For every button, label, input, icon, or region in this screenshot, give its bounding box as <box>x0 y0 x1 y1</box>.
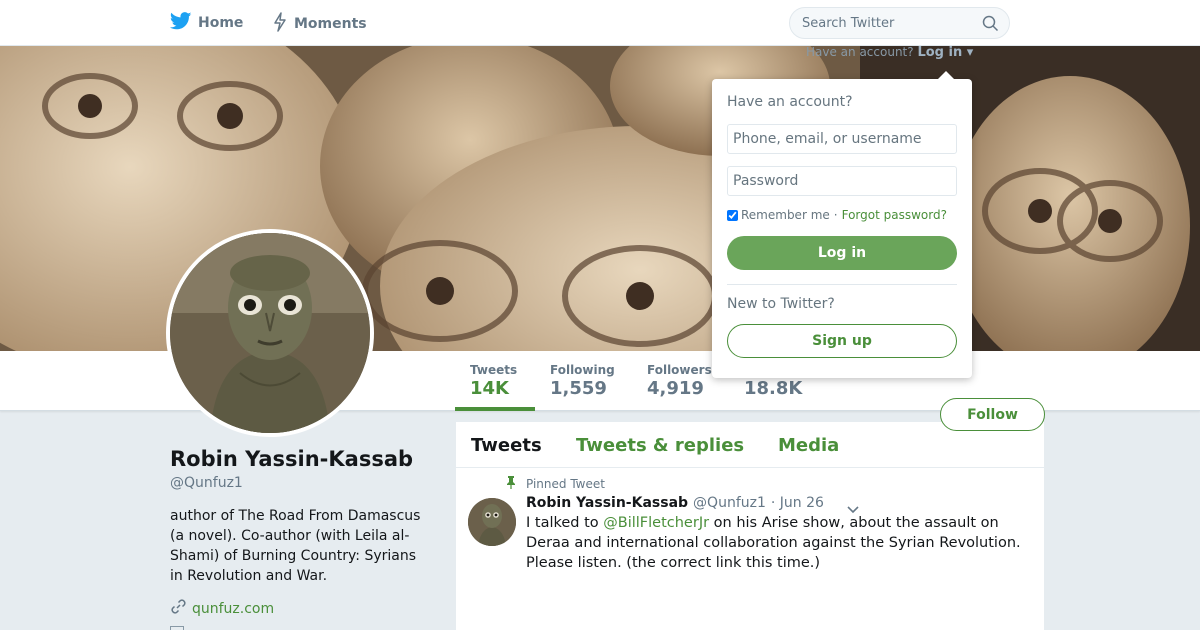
active-stat-underline <box>455 407 535 411</box>
twitter-bird-icon <box>169 12 192 34</box>
tab-media[interactable]: Media <box>778 435 839 456</box>
login-link-label: Log in <box>917 45 963 60</box>
login-heading: Have an account? <box>727 94 853 110</box>
profile-avatar[interactable] <box>166 229 374 437</box>
tweet-header: Robin Yassin-Kassab @Qunfuz1 · Jun 26 <box>526 495 824 511</box>
calendar-icon <box>170 626 184 630</box>
profile-name[interactable]: Robin Yassin-Kassab <box>170 447 413 471</box>
timeline: Tweets Tweets & replies Media Pinned Twe… <box>456 422 1044 630</box>
stat-value: 14K <box>470 378 509 399</box>
nav-moments-label: Moments <box>294 16 367 32</box>
password-input[interactable] <box>727 166 957 196</box>
username-input[interactable] <box>727 124 957 154</box>
login-link[interactable]: Log in ▾ <box>917 45 973 60</box>
remember-row: Remember me · Forgot password? <box>727 208 947 222</box>
login-prompt-question: Have an account? <box>806 45 914 59</box>
stat-value: 1,559 <box>550 378 607 399</box>
top-navigation-bar: Home Moments <box>0 0 1200 46</box>
search-icon[interactable] <box>982 15 999 36</box>
stat-value: 4,919 <box>647 378 704 399</box>
follow-button[interactable]: Follow <box>940 398 1045 431</box>
tab-tweets[interactable]: Tweets <box>471 435 542 456</box>
stat-label: Followers <box>647 363 712 377</box>
signup-button[interactable]: Sign up <box>727 324 957 358</box>
divider <box>727 284 957 285</box>
caret-down-icon: ▾ <box>966 45 974 60</box>
login-button[interactable]: Log in <box>727 236 957 270</box>
profile-bio: author of The Road From Damascus (a nove… <box>170 508 421 584</box>
remember-me-checkbox[interactable] <box>727 209 738 221</box>
search-box <box>789 7 1010 39</box>
stat-following[interactable]: Following 1,559 <box>550 363 615 399</box>
nav-moments[interactable]: Moments <box>272 12 367 36</box>
stat-tweets[interactable]: Tweets 14K <box>470 363 517 399</box>
tweet-avatar-image <box>468 498 516 546</box>
lightning-icon <box>272 12 288 36</box>
profile-handle[interactable]: @Qunfuz1 <box>170 475 243 491</box>
tweet-text-before: I talked to <box>526 515 604 531</box>
tweet-text: I talked to @BillFletcherJr on his Arise… <box>526 513 1036 573</box>
nav-home[interactable]: Home <box>169 12 244 34</box>
stat-value: 18.8K <box>744 378 803 399</box>
remember-me-label: Remember me <box>741 208 830 222</box>
link-icon <box>170 598 187 619</box>
stat-followers[interactable]: Followers 4,919 <box>647 363 712 399</box>
nav-home-label: Home <box>198 15 244 31</box>
pin-icon <box>506 476 516 492</box>
tweet-mention[interactable]: @BillFletcherJr <box>603 515 709 531</box>
new-to-twitter-heading: New to Twitter? <box>727 296 835 312</box>
profile-website-label: qunfuz.com <box>192 600 275 617</box>
stat-label: Tweets <box>470 363 518 377</box>
login-prompt: Have an account? Log in ▾ <box>806 45 973 60</box>
tweet-handle[interactable]: @Qunfuz1 <box>693 495 766 511</box>
forgot-password-link[interactable]: Forgot password? <box>842 208 947 222</box>
avatar-image <box>170 233 370 433</box>
pinned-tweet-context: Pinned Tweet <box>506 476 605 492</box>
profile-website[interactable]: qunfuz.com <box>170 598 274 619</box>
separator: · <box>833 208 838 222</box>
tweet-avatar[interactable] <box>468 498 516 546</box>
tab-tweets-replies[interactable]: Tweets & replies <box>576 435 744 456</box>
login-dropdown: Have an account? Remember me · Forgot pa… <box>712 71 972 378</box>
pinned-label: Pinned Tweet <box>526 477 605 491</box>
tweet-date[interactable]: · Jun 26 <box>771 495 824 511</box>
search-input[interactable] <box>802 8 972 38</box>
stat-label: Following <box>550 363 615 377</box>
tweet-author[interactable]: Robin Yassin-Kassab <box>526 495 688 511</box>
